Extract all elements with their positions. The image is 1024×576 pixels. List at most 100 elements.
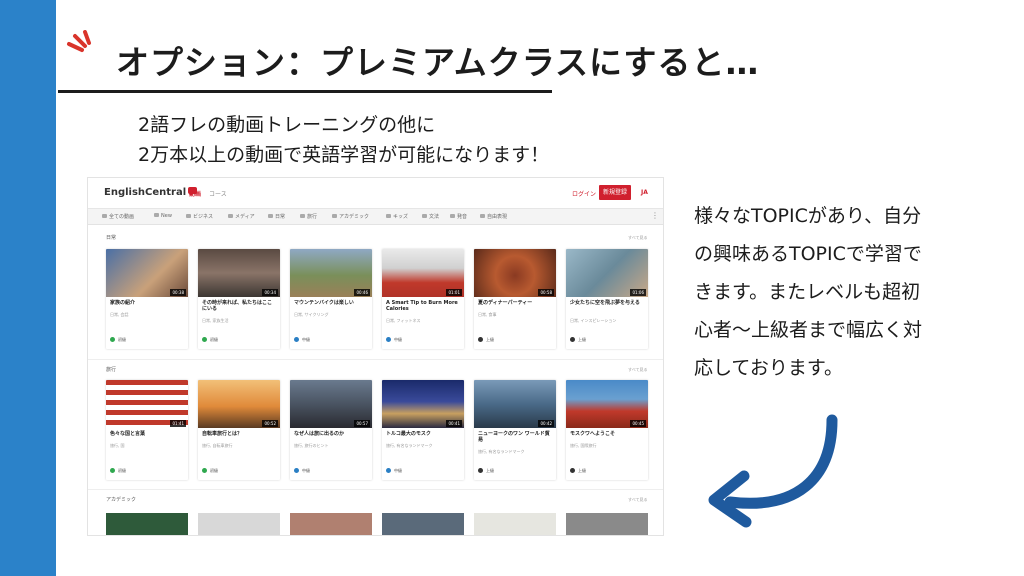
- video-duration: 00:52: [262, 420, 278, 427]
- level-label: 上級: [578, 337, 586, 342]
- section-divider: [88, 489, 663, 490]
- section-title-travel: 旅行: [106, 367, 117, 373]
- home-icon: [268, 214, 273, 218]
- level-badge: 初級: [202, 337, 218, 343]
- video-duration: 00:57: [354, 420, 370, 427]
- level-label: 中級: [302, 468, 310, 473]
- description-line: きます。またレベルも超初: [694, 281, 921, 303]
- nav-courses[interactable]: コース: [209, 189, 227, 198]
- level-dot-icon: [202, 337, 207, 342]
- category-academic[interactable]: アカデミック: [332, 213, 369, 220]
- level-dot-icon: [110, 337, 115, 342]
- video-duration: 00:38: [170, 289, 186, 296]
- video-tags: 旅行, 旅行のヒント: [294, 443, 329, 448]
- category-label: キッズ: [393, 214, 409, 220]
- category-label: ビジネス: [193, 214, 214, 220]
- video-title: 色々な国と言葉: [110, 431, 146, 437]
- video-card[interactable]: 00:57 なぜ人は旅に出るのか 旅行, 旅行のヒント 中級: [290, 380, 372, 480]
- accent-strokes-icon: [67, 30, 91, 52]
- category-kids[interactable]: キッズ: [386, 213, 408, 220]
- mic-icon: [450, 214, 455, 218]
- video-title: その時が来れば、私たちはここにいる: [202, 300, 273, 312]
- video-duration: 00:42: [538, 420, 554, 427]
- video-card[interactable]: 00:42 ニューヨークのワン ワールド貿易 旅行, 有名なランドマーク 上級: [474, 380, 556, 480]
- video-thumbnail[interactable]: [106, 513, 188, 535]
- category-daily[interactable]: 日常: [268, 213, 285, 220]
- video-card[interactable]: 01:06 少女たちに空を飛ぶ夢を与える 日常, インスピレーション 上級: [566, 249, 648, 349]
- level-dot-icon: [478, 337, 483, 342]
- category-media[interactable]: メディア: [228, 213, 255, 220]
- video-card[interactable]: 01:41 色々な国と言葉 旅行, 国 初級: [106, 380, 188, 480]
- video-title: なぜ人は旅に出るのか: [294, 431, 345, 437]
- level-dot-icon: [294, 468, 299, 473]
- book-icon: [332, 214, 337, 218]
- see-all-link[interactable]: すべて見る: [628, 235, 648, 241]
- video-thumbnail[interactable]: [566, 513, 648, 535]
- video-title: ニューヨークのワン ワールド貿易: [478, 431, 550, 443]
- level-dot-icon: [294, 337, 299, 342]
- video-card[interactable]: 00:58 夏のディナーパーティー 日常, 食事 上級: [474, 249, 556, 349]
- category-label: 全ての動画: [109, 214, 135, 220]
- level-badge: 上級: [570, 468, 586, 474]
- video-thumbnail[interactable]: [290, 513, 372, 535]
- video-tags: 日常, 食事: [478, 312, 497, 317]
- video-card[interactable]: 00:45 モスクワへようこそ 旅行, 国際旅行 上級: [566, 380, 648, 480]
- plane-icon: [300, 214, 305, 218]
- category-expressions[interactable]: 自由表現: [480, 213, 507, 220]
- level-dot-icon: [386, 468, 391, 473]
- level-dot-icon: [570, 468, 575, 473]
- curved-arrow-icon: [708, 414, 838, 528]
- category-business[interactable]: ビジネス: [186, 213, 213, 220]
- smile-icon: [386, 214, 391, 218]
- level-badge: 初級: [202, 468, 218, 474]
- signup-button[interactable]: 新規登録: [599, 185, 631, 200]
- briefcase-icon: [186, 214, 191, 218]
- video-thumbnail[interactable]: [382, 513, 464, 535]
- language-selector[interactable]: JA: [641, 189, 648, 196]
- nav-videos[interactable]: 動画: [189, 189, 201, 198]
- video-title: 夏のディナーパーティー: [478, 300, 533, 306]
- video-card[interactable]: 00:34 その時が来れば、私たちはここにいる 日常, 家族生活 初級: [198, 249, 280, 349]
- video-tags: 日常, サイクリング: [294, 312, 329, 317]
- login-link[interactable]: ログイン: [572, 189, 596, 198]
- category-grammar[interactable]: 文法: [422, 213, 439, 220]
- video-card[interactable]: 00:41 トルコ最大のモスク 旅行, 有名なランドマーク 中級: [382, 380, 464, 480]
- level-label: 初級: [210, 337, 218, 342]
- level-label: 中級: [302, 337, 310, 342]
- level-badge: 上級: [478, 337, 494, 343]
- see-all-link[interactable]: すべて見る: [628, 367, 648, 373]
- level-badge: 中級: [386, 337, 402, 343]
- video-tags: 日常, 会話: [110, 312, 129, 317]
- title-underline: [58, 90, 552, 93]
- category-label: 旅行: [307, 214, 318, 220]
- level-label: 上級: [578, 468, 586, 473]
- video-tags: 旅行, 国: [110, 443, 125, 448]
- level-dot-icon: [478, 468, 483, 473]
- category-label: New: [161, 213, 172, 219]
- level-badge: 中級: [294, 337, 310, 343]
- level-dot-icon: [386, 337, 391, 342]
- video-card[interactable]: 00:52 自転車旅行とは？ 旅行, 自転車旅行 初級: [198, 380, 280, 480]
- description-line: 応しております。: [694, 357, 843, 379]
- video-card[interactable]: 00:46 マウンテンバイクは楽しい 日常, サイクリング 中級: [290, 249, 372, 349]
- video-duration: 00:58: [538, 289, 554, 296]
- site-logo[interactable]: EnglishCentral: [104, 187, 198, 198]
- category-label: 日常: [275, 214, 286, 220]
- site-screenshot: EnglishCentral 動画 コース ログイン 新規登録 JA 全ての動画…: [88, 178, 663, 535]
- video-thumbnail[interactable]: [474, 513, 556, 535]
- side-accent-bar: [0, 0, 56, 576]
- more-menu-icon[interactable]: ⋮: [651, 211, 659, 220]
- video-card[interactable]: 01:01 A Smart Tip to Burn More Calories …: [382, 249, 464, 349]
- video-thumbnail[interactable]: [198, 513, 280, 535]
- see-all-link[interactable]: すべて見る: [628, 497, 648, 503]
- category-all[interactable]: 全ての動画: [102, 213, 134, 220]
- category-label: 発音: [457, 214, 468, 220]
- category-new[interactable]: New: [154, 213, 172, 219]
- category-pronunciation[interactable]: 発音: [450, 213, 467, 220]
- description-text: 様々なTOPICがあり、自分 の興味あるTOPICで学習で きます。またレベルも…: [694, 197, 994, 387]
- subtitle: 2語フレの動画トレーニングの他に 2万本以上の動画で英語学習が可能になります！: [138, 110, 549, 170]
- video-card[interactable]: 00:38 家族の紹介 日常, 会話 初級: [106, 249, 188, 349]
- video-tags: 日常, インスピレーション: [570, 318, 617, 323]
- level-badge: 中級: [386, 468, 402, 474]
- category-travel[interactable]: 旅行: [300, 213, 317, 220]
